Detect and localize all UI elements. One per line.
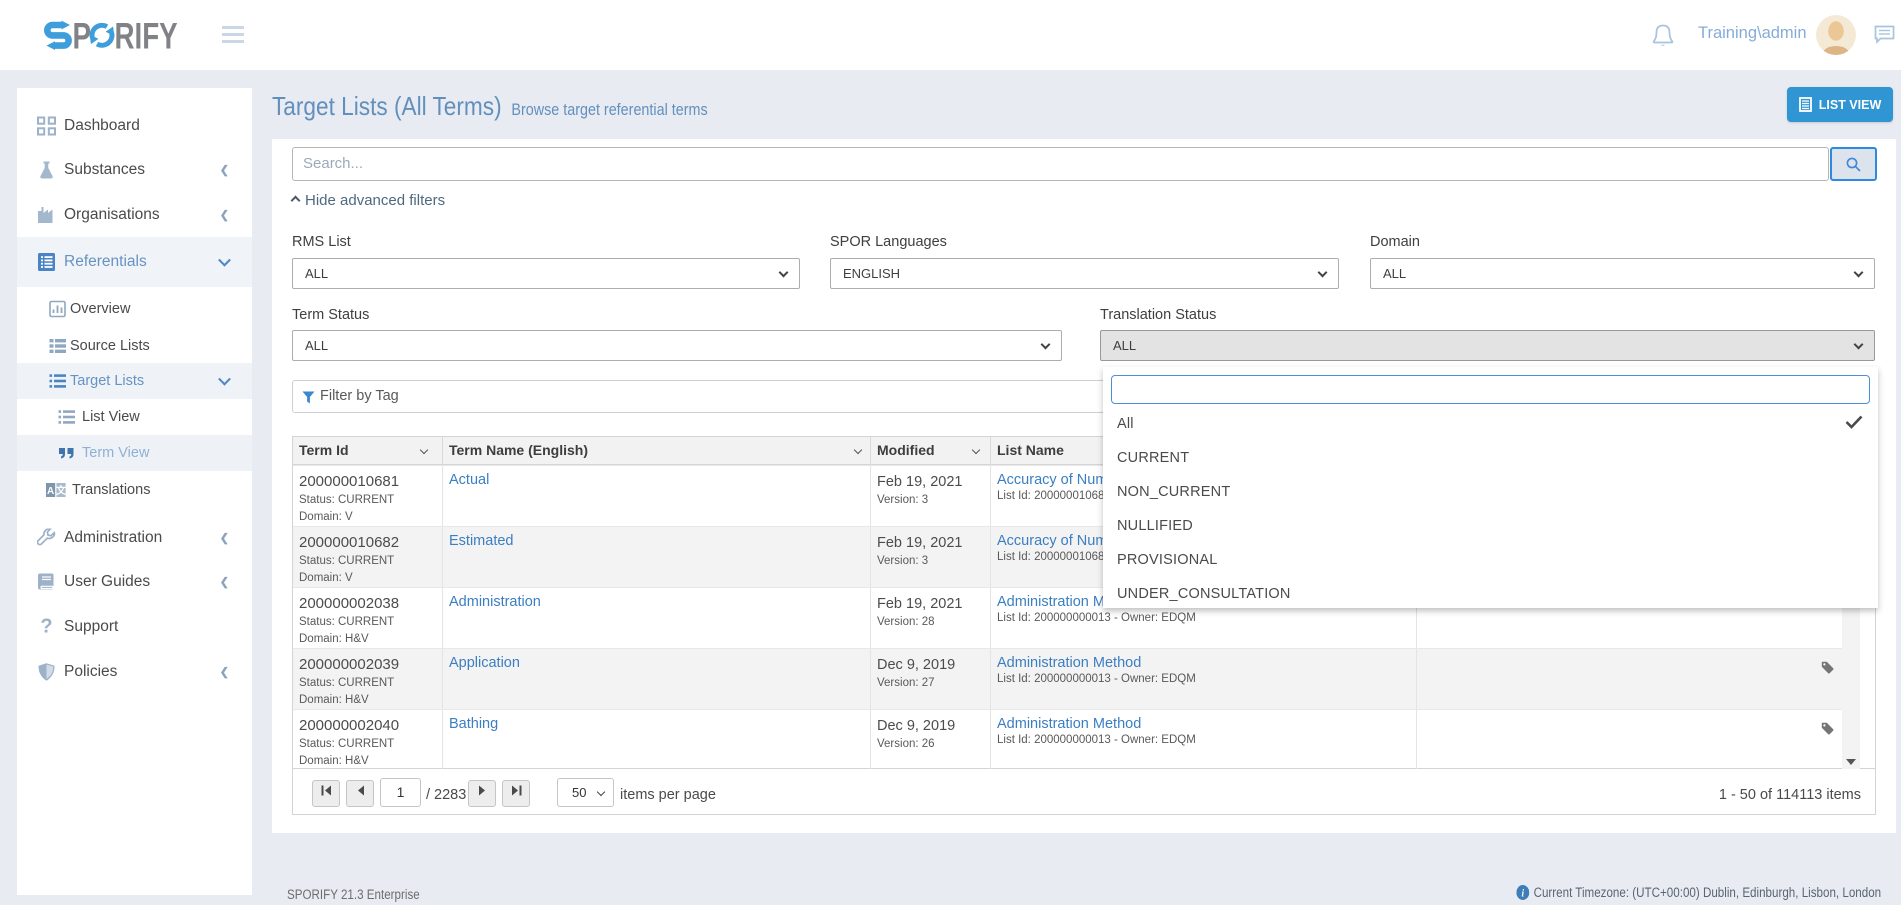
svg-text:RIFY: RIFY xyxy=(115,15,178,56)
svg-text:P: P xyxy=(73,15,92,56)
svg-text:文: 文 xyxy=(56,484,66,497)
svg-text:i: i xyxy=(1521,888,1524,900)
svg-text:A: A xyxy=(47,486,54,497)
